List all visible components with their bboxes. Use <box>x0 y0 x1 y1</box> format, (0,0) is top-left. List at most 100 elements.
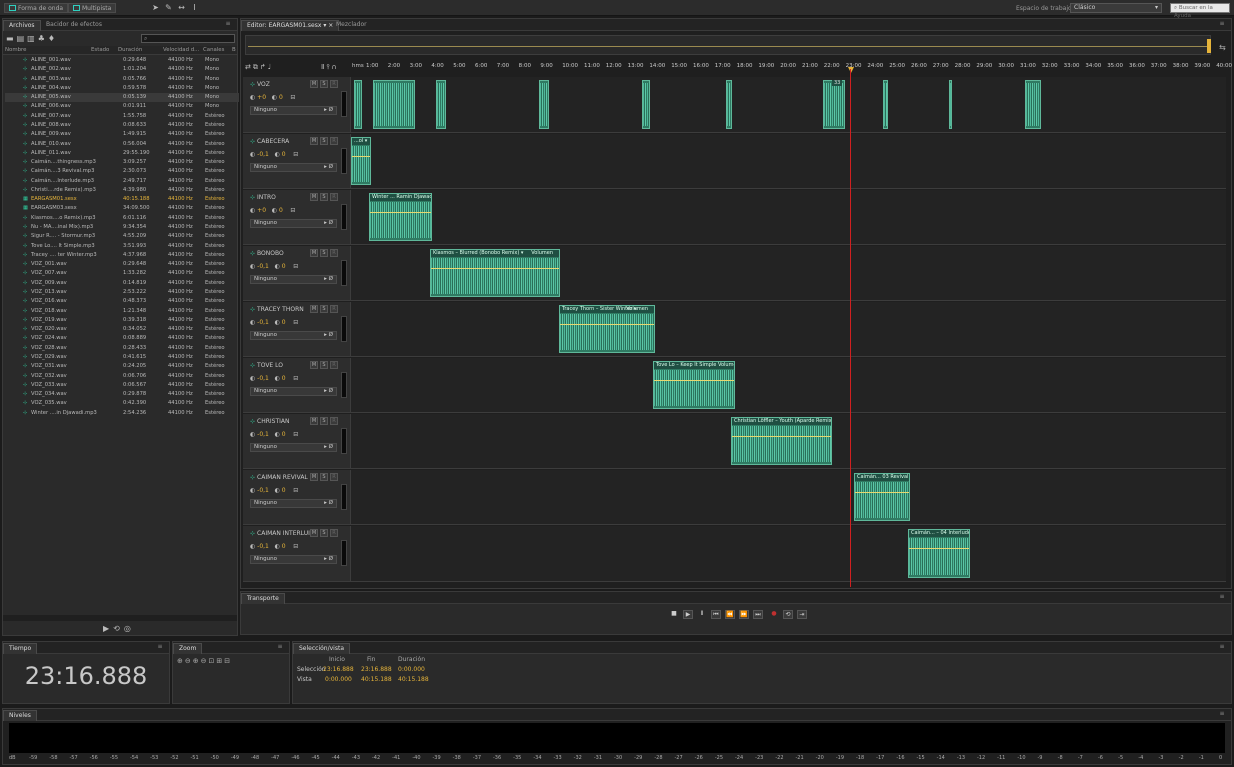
view-start[interactable]: 0:00.000 <box>325 676 352 683</box>
track-name[interactable]: ⊹ CHRISTIAN <box>250 418 290 425</box>
col-bits[interactable]: B <box>232 46 236 54</box>
track-tracey-thorn[interactable]: ⊹ TRACEY THORN M S R ◐ -0,1 ◐ 0 ⊟ Ninguno ▸ Ø Tr… <box>243 302 1226 357</box>
track-name[interactable]: ⊹ TRACEY THORN <box>250 306 304 313</box>
volume-knob-icon[interactable]: ◐ <box>250 263 255 270</box>
audio-clip[interactable]: Winter ... Ramin Djawadi ▾ <box>369 193 432 241</box>
fx-icon[interactable]: ⊟ <box>293 263 298 270</box>
track-name[interactable]: ⊹ BONOBO <box>250 250 284 257</box>
playhead-marker[interactable] <box>848 67 854 73</box>
tab-levels[interactable]: Niveles <box>3 710 37 721</box>
fx-icon[interactable]: ⊟ <box>293 375 298 382</box>
tab-zoom[interactable]: Zoom <box>173 643 203 654</box>
audio-clip[interactable]: Christian Löffler – Youth (Aparde Remix)… <box>731 417 832 465</box>
view-duration[interactable]: 40:15.188 <box>398 676 429 683</box>
track-pan[interactable]: 0 <box>282 431 286 438</box>
file-row[interactable]: ⊹ Winter ....in Djawadi.mp3 2:54.236 44100 … <box>5 409 239 418</box>
go-to-end-button[interactable]: ⏭ <box>753 610 763 619</box>
track-name[interactable]: ⊹ CAIMAN INTERLUI <box>250 530 310 537</box>
file-row[interactable]: ⊹ ALINE_008.wav 0:08.633 44100 Hz Estéreo <box>5 121 239 130</box>
file-row[interactable]: ⊹ VOZ_007.wav 1:33.282 44100 Hz Estéreo <box>5 269 239 278</box>
solo-button[interactable]: S <box>320 473 328 481</box>
file-row[interactable]: ⊹ VOZ_016.wav 0:48.373 44100 Hz Estéreo <box>5 297 239 306</box>
track-pan[interactable]: 0 <box>282 263 286 270</box>
output-routing-select[interactable]: Ninguno ▸ Ø <box>250 163 337 172</box>
file-row[interactable]: ⊹ Caimán....thingness.mp3 3:09.257 44100 Hz… <box>5 158 239 167</box>
import-icon[interactable]: ▤ <box>17 34 28 43</box>
file-row[interactable]: ⊹ Caimán....3 Revival.mp3 2:30.073 44100 Hz… <box>5 167 239 176</box>
voice-clip[interactable] <box>823 80 845 129</box>
output-routing-select[interactable]: Ninguno ▸ Ø <box>250 331 337 340</box>
file-row[interactable]: ⊹ Tove Lo.... It Simple.mp3 3:51.993 44100 … <box>5 242 239 251</box>
volume-knob-icon[interactable]: ◐ <box>250 431 255 438</box>
link-icon[interactable]: ⇄ <box>245 63 253 71</box>
file-row[interactable]: ⊹ VOZ_013.wav 2:53.222 44100 Hz Estéreo <box>5 288 239 297</box>
panel-menu-icon[interactable]: ≡ <box>223 20 233 28</box>
mute-button[interactable]: M <box>310 193 318 201</box>
file-row[interactable]: ⊹ ALINE_005.wav 0:05.139 44100 Hz Mono <box>5 93 239 103</box>
workspace-select[interactable]: Clásico ▾ <box>1070 3 1162 13</box>
file-search-input[interactable]: ⌕ <box>141 34 235 43</box>
volume-envelope[interactable] <box>654 380 734 381</box>
track-name[interactable]: ⊹ CABECERA <box>250 138 289 145</box>
file-row[interactable]: ⊹ ALINE_001.wav 0:29.648 44100 Hz Mono <box>5 56 239 65</box>
view-end[interactable]: 40:15.188 <box>361 676 392 683</box>
fx-icon[interactable]: ⊟ <box>293 543 298 550</box>
record-arm-button[interactable]: R <box>330 80 338 88</box>
voice-clip[interactable] <box>539 80 549 129</box>
col-channels[interactable]: Canales <box>203 46 224 54</box>
pan-knob-icon[interactable]: ◐ <box>275 543 280 550</box>
record-icon[interactable]: ● <box>769 610 779 619</box>
solo-button[interactable]: S <box>320 193 328 201</box>
volume-knob-icon[interactable]: ◐ <box>250 487 255 494</box>
record-arm-button[interactable]: R <box>330 249 338 257</box>
pan-knob-icon[interactable]: ◐ <box>272 94 277 101</box>
track-christian[interactable]: ⊹ CHRISTIAN M S R ◐ -0,1 ◐ 0 ⊟ Ninguno ▸ Ø Chris… <box>243 414 1226 469</box>
output-routing-select[interactable]: Ninguno ▸ Ø <box>250 387 337 396</box>
new-file-icon[interactable]: ▥ <box>27 34 38 43</box>
file-row[interactable]: ⊹ VOZ_032.wav 0:06.706 44100 Hz Estéreo <box>5 372 239 381</box>
file-row[interactable]: ⊹ ALINE_003.wav 0:05.766 44100 Hz Mono <box>5 75 239 84</box>
track-name[interactable]: ⊹ CAIMAN REVIVAL <box>250 474 308 481</box>
pause-icon[interactable]: Ⅱ <box>697 610 707 619</box>
time-selection-tool-icon[interactable]: I <box>189 3 200 13</box>
track-volume[interactable]: -0,1 <box>257 375 269 382</box>
file-row[interactable]: ⊹ Tracey .... ter Winter.mp3 4:37.968 44100… <box>5 251 239 260</box>
panel-menu-icon[interactable]: ≡ <box>155 643 165 651</box>
waveform-view-button[interactable]: Forma de onda <box>4 3 69 13</box>
pan-knob-icon[interactable]: ◐ <box>275 431 280 438</box>
loop-button[interactable]: ⟲ <box>783 610 793 619</box>
session-overview[interactable] <box>245 35 1211 55</box>
volume-envelope[interactable] <box>352 156 370 157</box>
file-row[interactable]: ⊹ ALINE_006.wav 0:01.911 44100 Hz Mono <box>5 102 239 111</box>
zoom-out-vertical-icon[interactable]: ⊖ <box>201 657 209 665</box>
fx-icon[interactable]: ⊟ <box>290 94 295 101</box>
slip-tool-icon[interactable]: ↔ <box>176 3 187 13</box>
pan-knob-icon[interactable]: ◐ <box>275 151 280 158</box>
mute-button[interactable]: M <box>310 417 318 425</box>
track-caiman-revival[interactable]: ⊹ CAIMAN REVIVAL M S R ◐ -0,1 ◐ 0 ⊟ Ninguno ▸ Ø… <box>243 470 1226 525</box>
play-icon[interactable]: ▶ <box>103 624 113 633</box>
open-folder-icon[interactable]: ▬ <box>6 34 17 43</box>
track-volume[interactable]: +0 <box>257 207 266 214</box>
zoom-icon[interactable]: ⇆ <box>1219 43 1226 52</box>
voice-clip[interactable] <box>354 80 362 129</box>
file-row[interactable]: ▦ EARGASM03.sesx 34:09.500 44100 Hz Estéreo <box>5 204 239 213</box>
mute-button[interactable]: M <box>310 305 318 313</box>
file-row[interactable]: ⊹ VOZ_033.wav 0:06.567 44100 Hz Estéreo <box>5 381 239 390</box>
pan-knob-icon[interactable]: ◐ <box>275 263 280 270</box>
fx-icon[interactable]: ⊟ <box>293 151 298 158</box>
voice-clip[interactable] <box>436 80 446 129</box>
volume-knob-icon[interactable]: ◐ <box>250 151 255 158</box>
solo-button[interactable]: S <box>320 137 328 145</box>
tab-files[interactable]: Archivos <box>3 20 41 31</box>
col-name[interactable]: Nombre <box>5 46 26 54</box>
loop-icon[interactable]: ⟲ <box>113 624 124 633</box>
horizontal-scrollbar[interactable] <box>3 615 237 621</box>
go-to-start-button[interactable]: ⏮ <box>711 610 721 619</box>
mute-button[interactable]: M <box>310 473 318 481</box>
insert-icon[interactable]: ♣ <box>38 34 48 43</box>
razor-tool-icon[interactable]: ✎ <box>163 3 174 13</box>
delete-icon[interactable]: ♦ <box>48 34 58 43</box>
metronome-icon[interactable]: ♩ <box>268 63 273 71</box>
file-row[interactable]: ⊹ ALINE_009.wav 1:49.915 44100 Hz Estéreo <box>5 130 239 139</box>
